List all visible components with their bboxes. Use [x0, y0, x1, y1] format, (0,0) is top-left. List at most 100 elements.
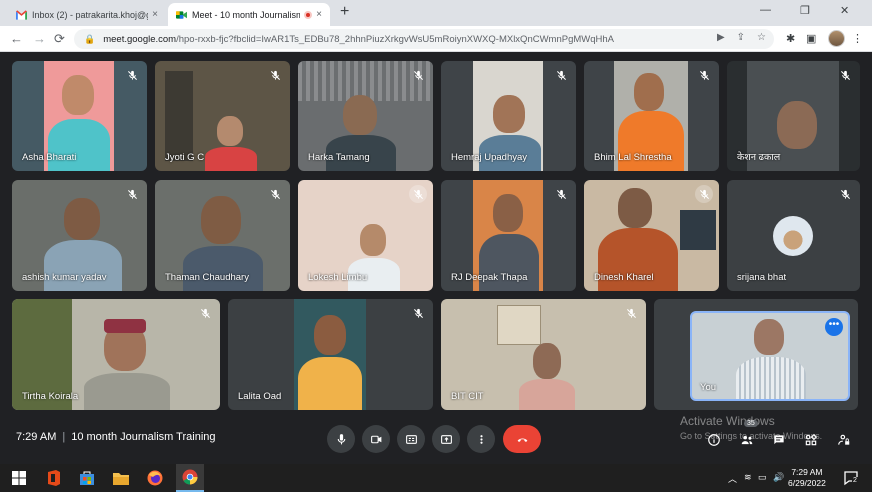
participant-tile[interactable]: Jyoti G C [155, 61, 290, 171]
wifi-icon[interactable]: ≋ [744, 472, 752, 483]
volume-icon[interactable]: 🔊 [773, 472, 784, 483]
people-button[interactable] [738, 431, 756, 449]
tab-meet[interactable]: Meet - 10 month Journalism Training × [168, 3, 330, 26]
mic-off-icon [554, 187, 568, 201]
reload-button[interactable]: ⟳ [54, 31, 65, 47]
camera-in-use-icon[interactable]: ▶ [717, 32, 725, 43]
participant-tile[interactable]: Tirtha Koirala [12, 299, 220, 410]
activities-icon [805, 433, 818, 446]
restore-button[interactable]: ❐ [800, 4, 810, 17]
participant-tile[interactable]: ashish kumar yadav [12, 180, 147, 291]
participant-tile[interactable]: RJ Deepak Thapa [441, 180, 576, 291]
new-tab-button[interactable]: + [340, 3, 349, 21]
participant-name: You [700, 382, 717, 393]
start-button[interactable] [10, 469, 28, 487]
participant-tile[interactable]: Hemraj Upadhyay [441, 61, 576, 171]
extensions-puzzle-icon[interactable]: ✱ [786, 32, 795, 45]
lock-person-icon [838, 434, 850, 445]
participant-name: Thaman Chaudhary [165, 272, 249, 283]
tab-title: Meet - 10 month Journalism Training [192, 9, 301, 20]
windows-taskbar: ︿ ≋ ▭ 🔊 7:29 AM 6/29/2022 2 [0, 464, 872, 492]
activities-button[interactable] [802, 431, 820, 449]
host-controls-button[interactable] [835, 431, 853, 449]
captions-button[interactable] [397, 425, 425, 453]
bookmark-star-icon[interactable]: ☆ [757, 32, 766, 43]
taskbar-clock[interactable]: 7:29 AM 6/29/2022 [788, 467, 826, 489]
clock-time: 7:29 AM [791, 467, 823, 477]
notification-count: 2 [852, 477, 858, 484]
participant-name: Lokesh Limbu [308, 272, 368, 283]
minimize-button[interactable]: — [760, 4, 771, 16]
share-icon[interactable]: ⇪ [737, 32, 745, 43]
participant-name: केशन ढकाल [737, 152, 781, 163]
participant-name: Lalita Oad [238, 391, 282, 402]
participant-name: Asha Bharati [22, 152, 77, 163]
participant-name: Dinesh Kharel [594, 272, 654, 283]
activate-windows-title: Activate Windows [680, 414, 775, 428]
mic-off-icon [838, 68, 852, 82]
participant-tile[interactable]: Bhim Lal Shrestha [584, 61, 719, 171]
side-panel-icon[interactable]: ▣ [806, 32, 816, 45]
forward-button[interactable]: → [33, 31, 46, 46]
menu-kebab-icon[interactable]: ⋮ [852, 32, 863, 45]
tab-inbox[interactable]: Inbox (2) - patrakarita.khoj@gmail.com × [8, 3, 166, 26]
meet-icon [176, 10, 187, 19]
meeting-info: 7:29 AM | 10 month Journalism Training [16, 431, 216, 443]
more-options-button[interactable] [467, 425, 495, 453]
browser-toolbar: ← → ⟳ 🔒 meet.google.com/hpo-rxxb-fjc?fbc… [0, 26, 872, 52]
participant-count-badge: 35 [744, 420, 758, 427]
participant-tile[interactable]: Dinesh Kharel [584, 180, 719, 291]
mic-off-icon [198, 306, 212, 320]
taskbar-firefox[interactable] [146, 469, 164, 487]
participant-tile[interactable]: केशन ढकाल [727, 61, 860, 171]
taskbar-file-explorer[interactable] [112, 469, 130, 487]
captions-icon [405, 434, 417, 444]
gmail-icon [16, 9, 27, 20]
chat-button[interactable] [770, 431, 788, 449]
participant-name: Tirtha Koirala [22, 391, 79, 402]
battery-icon[interactable]: ▭ [758, 472, 767, 483]
participant-tile[interactable]: BIT CIT [441, 299, 646, 410]
participant-name: srijana bhat [737, 272, 787, 283]
profile-avatar[interactable] [828, 30, 845, 47]
taskbar-chrome[interactable] [176, 464, 204, 492]
mic-off-icon [697, 68, 711, 82]
more-options-icon[interactable]: ••• [825, 318, 843, 336]
lock-icon[interactable]: 🔒 [84, 34, 95, 45]
participant-tile[interactable]: Thaman Chaudhary [155, 180, 290, 291]
self-tile[interactable]: You ••• [654, 299, 858, 410]
tab-title: Inbox (2) - patrakarita.khoj@gmail.com [32, 9, 148, 20]
address-bar[interactable]: 🔒 meet.google.com/hpo-rxxb-fjc?fbclid=Iw… [74, 29, 774, 49]
browser-tab-strip: Inbox (2) - patrakarita.khoj@gmail.com ×… [0, 0, 872, 26]
meeting-time: 7:29 AM [16, 431, 57, 443]
leave-call-button[interactable] [503, 425, 541, 453]
chrome-icon [182, 469, 198, 485]
participant-tile[interactable]: Lalita Oad [228, 299, 433, 410]
microphone-button[interactable] [327, 425, 355, 453]
url-path: /hpo-rxxb-fjc?fbclid=IwAR1Ts_EDBu78_2hhn… [176, 33, 615, 45]
meeting-details-button[interactable] [705, 431, 723, 449]
tray-chevron-icon[interactable]: ︿ [728, 472, 737, 485]
participant-tile[interactable]: Lokesh Limbu [298, 180, 433, 291]
clock-date: 6/29/2022 [788, 478, 826, 488]
participant-name: Bhim Lal Shrestha [594, 152, 672, 163]
mic-icon [337, 433, 345, 444]
present-screen-button[interactable] [432, 425, 460, 453]
participant-tile[interactable]: Asha Bharati [12, 61, 147, 171]
camera-button[interactable] [362, 425, 390, 453]
windows-logo-icon [12, 471, 26, 485]
participant-tile[interactable]: srijana bhat [727, 180, 860, 291]
tab-close-icon[interactable]: × [152, 9, 158, 20]
participant-tile[interactable]: Harka Tamang [298, 61, 433, 171]
back-button[interactable]: ← [10, 31, 23, 46]
mic-off-icon [554, 68, 568, 82]
taskbar-store[interactable] [78, 469, 96, 487]
people-icon [741, 435, 753, 445]
close-window-button[interactable]: ✕ [840, 4, 849, 17]
chat-icon [774, 435, 784, 445]
notification-center-button[interactable]: 2 [842, 469, 860, 487]
mic-off-icon [838, 187, 852, 201]
mic-off-icon [125, 68, 139, 82]
taskbar-office[interactable] [44, 469, 62, 487]
tab-close-icon[interactable]: × [316, 9, 322, 20]
